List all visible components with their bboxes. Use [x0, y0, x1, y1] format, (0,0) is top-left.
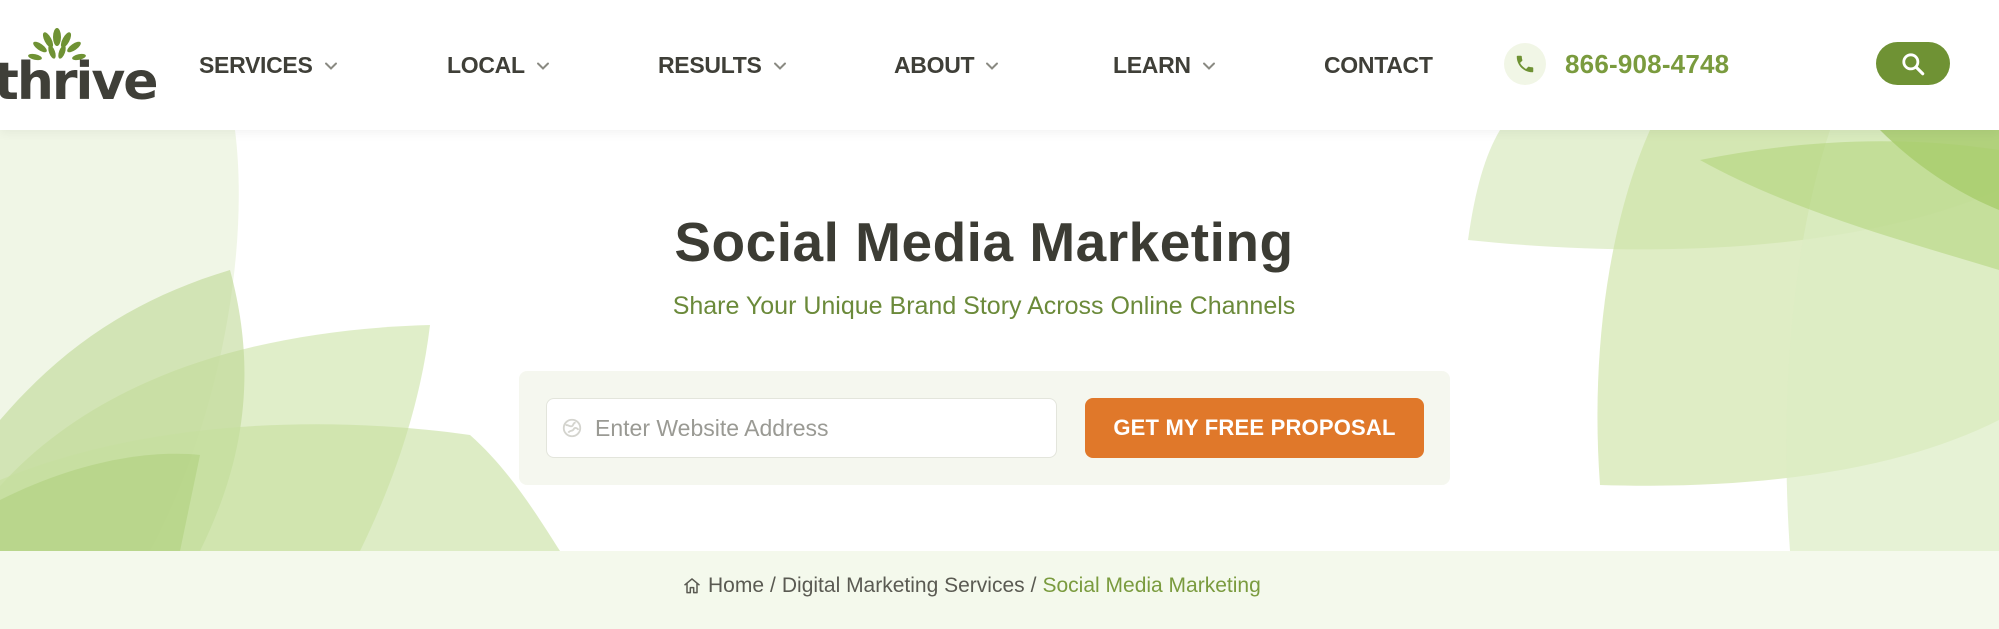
nav-learn-label: LEARN [1113, 51, 1191, 78]
chevron-down-icon [536, 62, 549, 70]
website-address-field[interactable] [546, 398, 1057, 458]
nav-results[interactable]: RESULTS [658, 50, 788, 80]
website-address-input[interactable] [595, 414, 1025, 442]
chevron-down-icon [324, 62, 337, 70]
breadcrumb: Home / Digital Marketing Services / Soci… [682, 571, 1261, 601]
site-header: thrive SERVICES LOCAL RESULTS ABOUT LEAR… [0, 0, 1999, 130]
globe-icon [562, 418, 582, 438]
phone-number: 866-908-4748 [1565, 48, 1730, 79]
nav-local-label: LOCAL [447, 51, 525, 78]
decorative-leaf-background [0, 130, 1999, 551]
nav-about-label: ABOUT [894, 51, 975, 78]
breadcrumb-home[interactable]: Home [708, 574, 764, 598]
hero-banner: Social Media Marketing Share Your Unique… [0, 130, 1999, 551]
get-free-proposal-button[interactable]: GET MY FREE PROPOSAL [1085, 398, 1424, 458]
home-icon[interactable] [682, 576, 702, 596]
breadcrumb-current: Social Media Marketing [1042, 574, 1261, 597]
page-title: Social Media Marketing [674, 211, 1294, 273]
breadcrumb-digital-marketing-services[interactable]: Digital Marketing Services [782, 574, 1025, 598]
chevron-down-icon [773, 62, 786, 70]
chevron-down-icon [986, 62, 999, 70]
page-subtitle: Share Your Unique Brand Story Across Onl… [672, 292, 1296, 320]
phone-link[interactable]: 866-908-4748 [1504, 42, 1729, 86]
nav-about[interactable]: ABOUT [894, 50, 1000, 80]
breadcrumb-separator: / [1030, 574, 1037, 597]
nav-services-label: SERVICES [199, 51, 313, 78]
nav-results-label: RESULTS [658, 51, 762, 78]
logo-wordmark: thrive [0, 52, 159, 112]
phone-icon [1504, 43, 1546, 85]
breadcrumb-separator: / [770, 574, 776, 597]
nav-services[interactable]: SERVICES [199, 50, 339, 80]
breadcrumb-bar: Home / Digital Marketing Services / Soci… [0, 551, 1999, 629]
nav-local[interactable]: LOCAL [447, 50, 551, 80]
nav-learn[interactable]: LEARN [1113, 50, 1217, 80]
nav-contact-label: CONTACT [1324, 51, 1433, 78]
search-icon [1902, 52, 1925, 75]
search-button[interactable] [1876, 42, 1950, 85]
nav-contact[interactable]: CONTACT [1324, 50, 1433, 80]
thrive-logo[interactable]: thrive [0, 28, 159, 108]
proposal-form: GET MY FREE PROPOSAL [519, 371, 1450, 485]
chevron-down-icon [1202, 62, 1215, 70]
